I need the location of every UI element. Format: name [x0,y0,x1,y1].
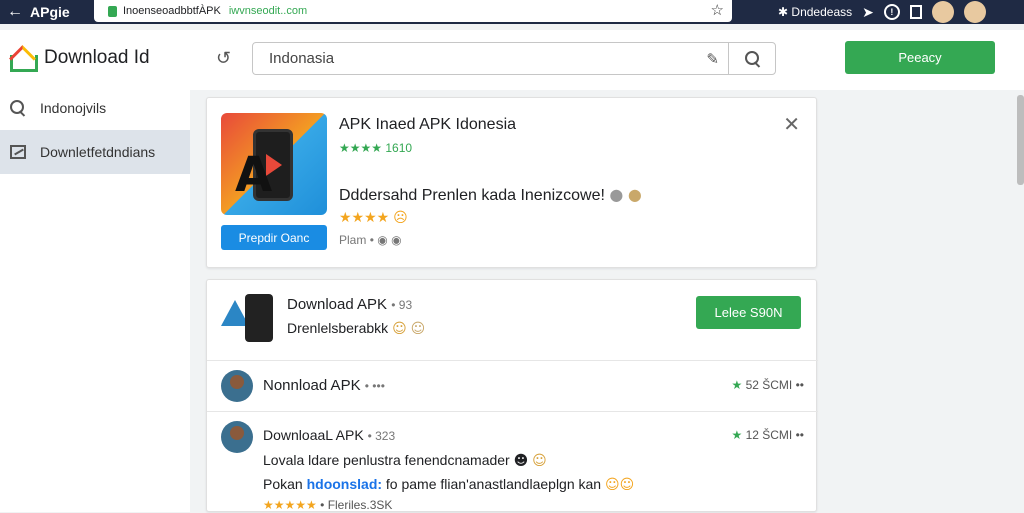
item-dots: • ••• [364,379,385,393]
item-title: Nonnload APK • ••• [263,377,385,394]
search-icon [10,100,26,116]
sidebar-item-label: Indonojvils [40,100,107,116]
profile-label: Dndedeass [791,5,853,19]
review-prefix: Pokan [263,476,303,492]
browser-actions: ✱ Dndedeass ➤ ! [778,0,986,24]
emoji-icon: ☺☺ [604,477,635,493]
share-icon[interactable]: ➤ [862,4,874,21]
emoji-icon: ☻ [513,453,529,469]
list-item[interactable]: Nonnload APK • ••• ★ 52 ŠCMI •• [207,361,818,412]
sidebar-item-label: Downletfetdndians [40,144,156,160]
star-icon: ★ [731,428,743,442]
app-title: APK Inaed APK Idonesia [339,116,517,133]
secure-lock-icon [108,5,117,17]
avatar [221,370,253,402]
meta-text: Plam [339,233,367,247]
app-icon-glyph: A [235,147,273,203]
star-rating: ★★★★ ☹ [339,209,408,226]
app-meta: Plam • ◉ ◉ [339,233,402,247]
star-icon: ★ [731,378,743,392]
review-link[interactable]: hdoonslad: [307,476,382,492]
emoji-icon: ☺ [392,321,407,337]
review-text: Lovala ldare penlustra fenendcnamader [263,452,510,468]
box-icon [10,145,26,159]
bookmark-star-icon[interactable]: ☆ [711,1,724,19]
item-count: • 93 [391,298,413,312]
app-icon[interactable]: A [221,113,327,215]
mascot-avatar[interactable] [931,1,954,23]
item-score: ★ 52 ŠCMI •• [731,378,804,392]
info-icon[interactable]: ! [883,4,900,20]
address-bar[interactable]: InoenseoadbbtfÀPK iwvnseodit..com ☆ [94,0,732,22]
app-list-card: Download APK • 93 Drenlelsberabkk ☺ ☺ Le… [206,279,818,513]
back-arrow-icon[interactable]: ← [0,3,30,21]
review-footer: ★★★★★ • Fleriles.3SK [263,498,392,512]
item-title-text: Nonnload APK [263,377,361,394]
window-icon[interactable] [909,5,922,19]
url-host: iwvnseodit..com [228,5,308,17]
page-header: ↺ ✎ Peeacy [190,30,1024,90]
install-button[interactable]: Prepdir Oanc [221,225,327,250]
item-score: ★ 12 ŠCMI •• [731,428,804,442]
featured-app-card: A Prepdir Oanc APK Inaed APK Idonesia ★★… [206,97,817,268]
share-icon[interactable]: ◉ [377,233,387,247]
sidebar: Download Id Indonojvils Downletfetdndian… [0,30,190,512]
more-menu-icon[interactable]: •• [796,378,804,392]
emoji-icon: ☺ [532,453,547,469]
pen-icon[interactable]: ✎ [706,50,719,68]
list-item[interactable]: Download APK • 93 Drenlelsberabkk ☺ ☺ Le… [207,280,818,361]
app-description: Dddersahd Prenlen kada Inenizcowe! ● ● [339,185,642,205]
avatar [221,421,253,453]
primary-action-button[interactable]: Peeacy [845,41,995,74]
description-text: Dddersahd Prenlen kada Inenizcowe! [339,187,605,204]
item-title: Download APK • 93 [287,296,412,313]
emoji-icon: ☹ [393,210,408,226]
item-count: • 323 [367,429,396,443]
search-input[interactable] [269,50,689,67]
review-meta: Fleriles.3SK [327,498,393,512]
list-item[interactable]: DownloaaL APK • 323 ★ 12 ŠCMI •• Lovala … [207,412,818,513]
review-line: Pokan hdoonslad: fo pame flian'anastland… [263,476,634,493]
review-text: fo pame flian'anastlandlaeplgn kan [385,476,602,492]
home-icon [8,45,38,72]
more-menu-icon[interactable]: •• [796,428,804,442]
item-title-text: DownloaaL APK [263,427,364,443]
gear-icon: ✱ [778,5,789,19]
search-divider [728,43,729,74]
phone-icon [245,294,273,342]
profile-badge[interactable]: ✱ Dndedeass [778,5,852,19]
item-title-text: Download APK [287,296,388,313]
info-circle-icon: ● [609,185,624,204]
close-icon[interactable]: ✕ [783,112,800,137]
scrollbar[interactable] [1017,95,1024,185]
logo-text: Download Id [44,47,150,68]
score-text: 12 ŠCMI [745,428,793,442]
refresh-arrow-icon[interactable]: ↺ [216,48,231,69]
score-text: 52 ŠCMI [745,378,793,392]
url-path: InoenseoadbbtfÀPK [123,5,221,17]
dot-separator: • [320,498,325,512]
smiley-icon: ● [627,185,642,204]
search-box[interactable]: ✎ [252,42,776,75]
browser-brand: APgie [30,4,70,20]
item-subtitle-text: Drenlelsberabkk [287,320,389,336]
item-subtitle: Drenlelsberabkk ☺ ☺ [287,320,425,337]
stars-text: ★★★★ [339,209,390,225]
star-rating: ★★★★★ [263,498,317,512]
emoji-icon: ☺ [410,321,426,337]
download-button[interactable]: Lelee S90N [696,296,801,329]
sidebar-item-search[interactable]: Indonojvils [0,86,190,130]
dot-separator: • [369,233,374,247]
search-icon[interactable] [745,51,761,67]
review-line: Lovala ldare penlustra fenendcnamader ☻ … [263,452,547,469]
user-avatar[interactable] [963,1,986,23]
share-icon[interactable]: ◉ [391,233,401,247]
sidebar-item-downloads[interactable]: Downletfetdndians [0,130,190,174]
apk-logo-icon [219,294,277,342]
item-title: DownloaaL APK • 323 [263,427,395,443]
app-logo[interactable]: Download Id [0,30,190,86]
app-rating: ★★★★ 1610 [339,141,413,155]
